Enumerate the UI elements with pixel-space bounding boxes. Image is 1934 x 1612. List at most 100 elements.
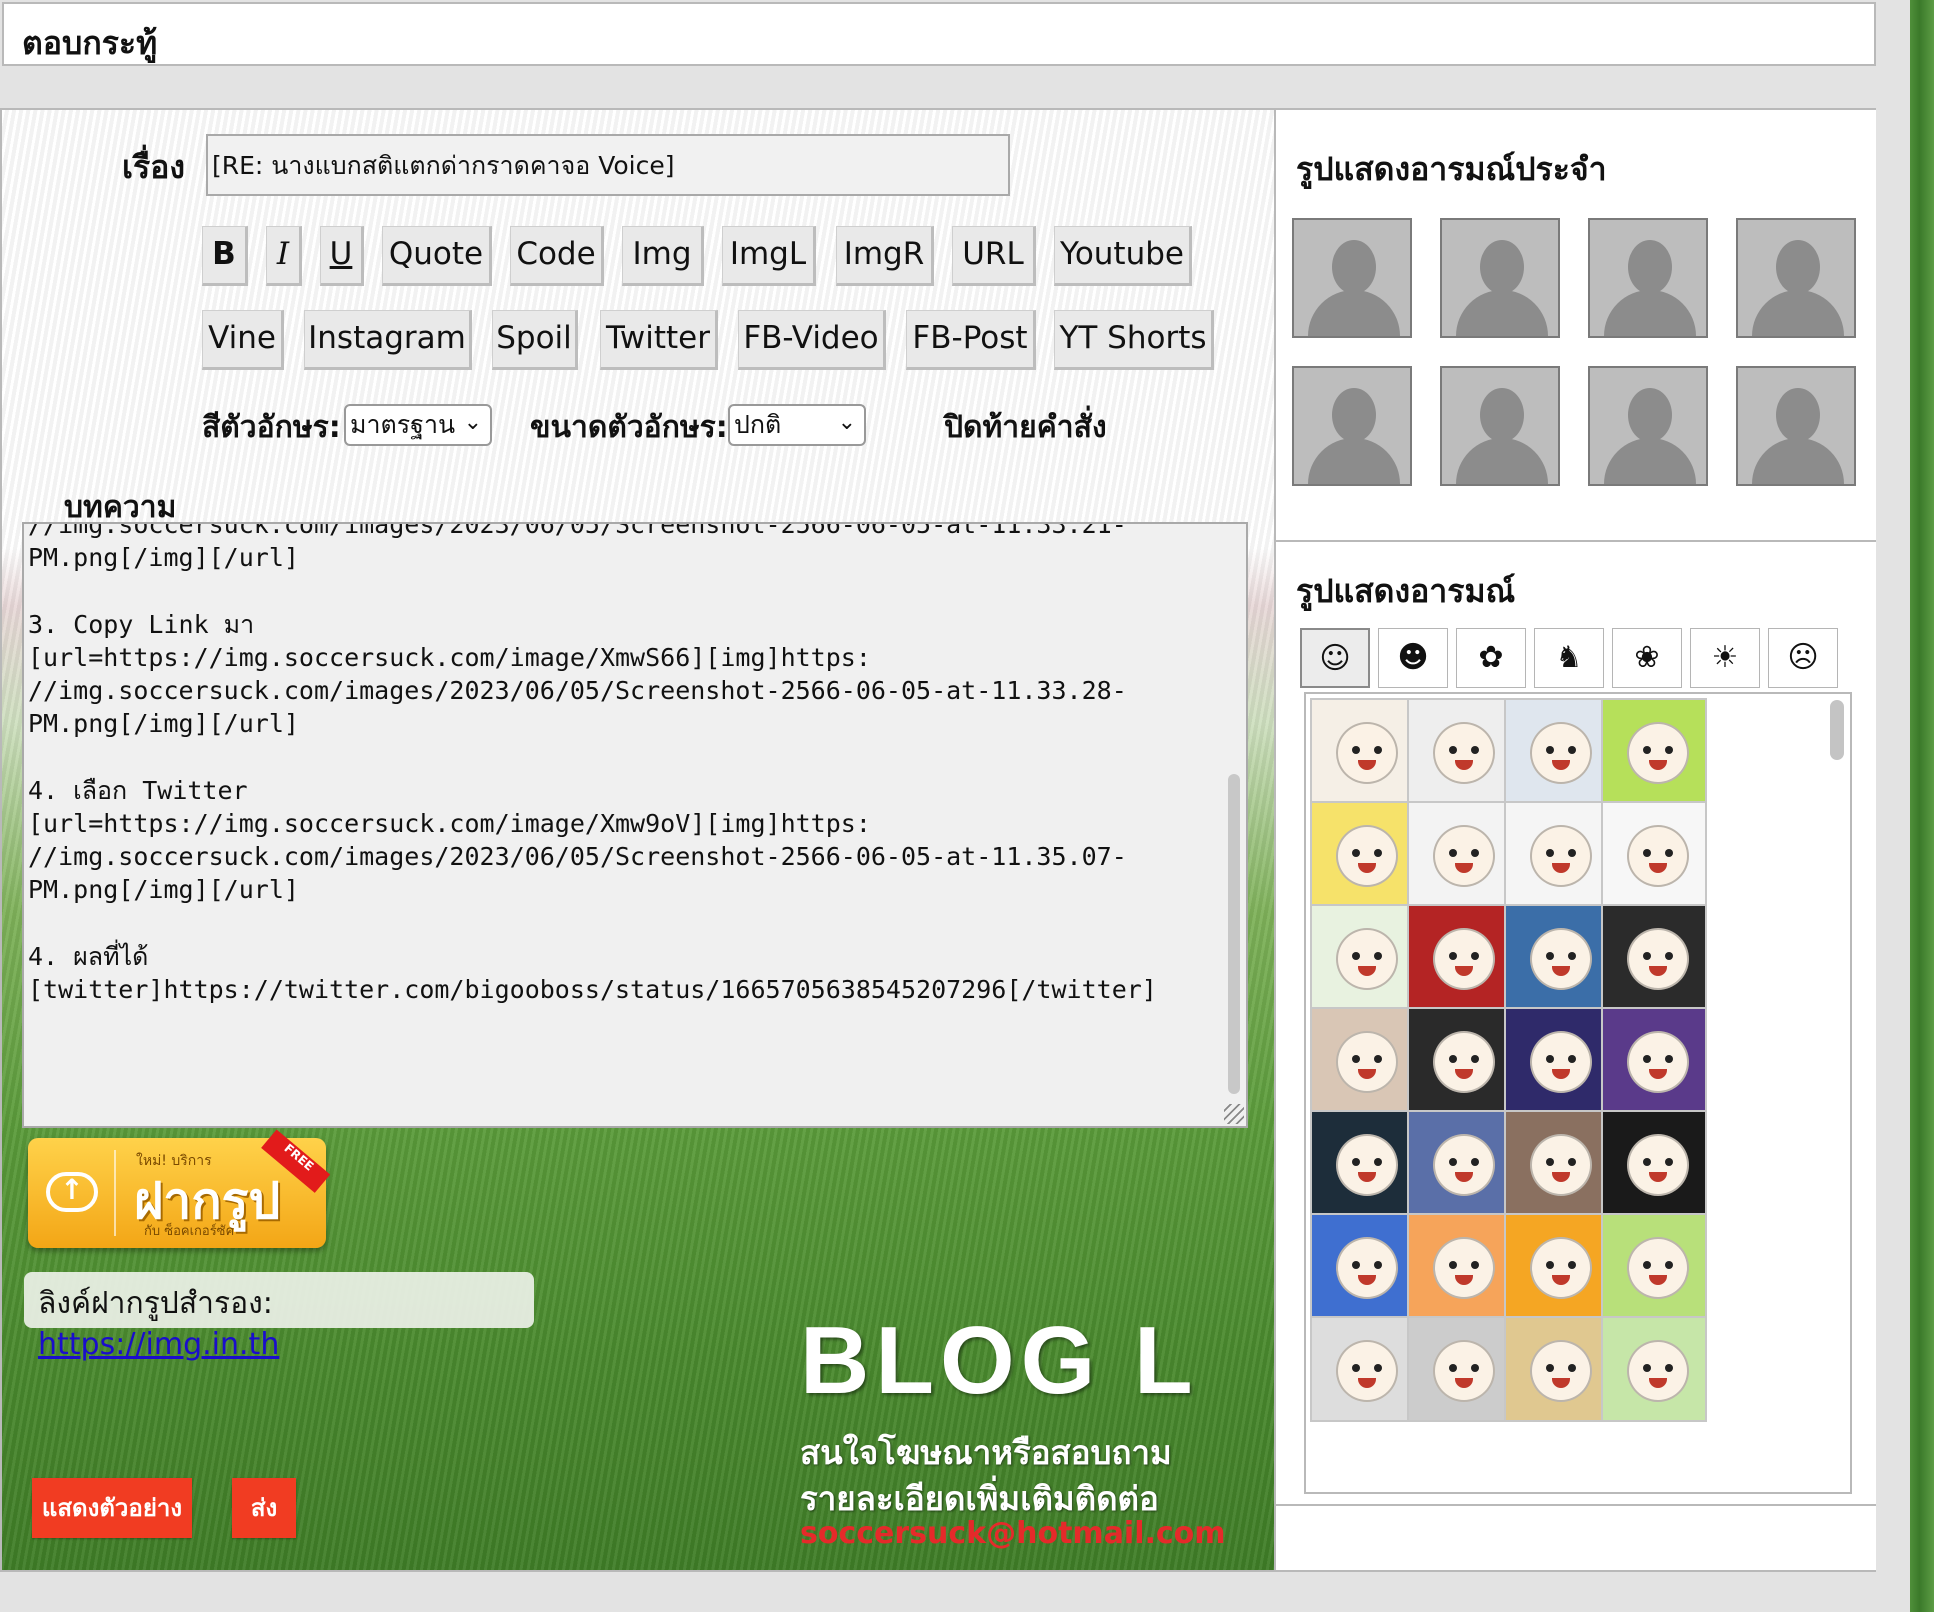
reply-form-container: เรื่อง [RE: นางแบกสติแตกด่ากราดคาจอ Voic… — [0, 108, 1876, 1572]
eye-icon — [1374, 849, 1382, 857]
emoticon-item[interactable] — [1407, 1213, 1513, 1319]
eye-icon — [1471, 1158, 1479, 1166]
emoticon-item[interactable] — [1407, 698, 1513, 804]
ad-email: soccersuck@hotmail.com — [800, 1516, 1226, 1551]
italic-button[interactable]: I — [266, 226, 302, 286]
emoticon-item[interactable] — [1407, 1316, 1513, 1422]
emoticon-item[interactable] — [1310, 1110, 1416, 1216]
emoticon-item[interactable] — [1310, 698, 1416, 804]
youtube-button[interactable]: Youtube — [1054, 226, 1192, 286]
emoticon-item[interactable] — [1310, 801, 1416, 907]
vine-button[interactable]: Vine — [202, 310, 284, 370]
resize-grip-icon[interactable] — [1224, 1104, 1244, 1124]
emoticon-item[interactable] — [1601, 1316, 1707, 1422]
font-size-value: ปกติ — [734, 410, 782, 439]
emoticon-item[interactable] — [1310, 1213, 1416, 1319]
emoticon-tab[interactable]: ☀ — [1690, 628, 1760, 688]
emoticon-item[interactable] — [1504, 1316, 1610, 1422]
frequent-emoticon[interactable] — [1292, 366, 1412, 486]
eye-icon — [1352, 1055, 1360, 1063]
frequent-emoticon[interactable] — [1588, 218, 1708, 338]
frequent-emoticon[interactable] — [1440, 366, 1560, 486]
subject-input[interactable]: [RE: นางแบกสติแตกด่ากราดคาจอ Voice] — [206, 134, 1010, 196]
emoticon-item[interactable] — [1504, 801, 1610, 907]
emoticon-item[interactable] — [1504, 904, 1610, 1010]
chevron-down-icon: ⌄ — [463, 410, 482, 435]
backup-link[interactable]: https://img.in.th — [38, 1327, 279, 1362]
underline-button[interactable]: U — [320, 226, 364, 286]
emoticon-item[interactable] — [1310, 1316, 1416, 1422]
emoticon-item[interactable] — [1310, 904, 1416, 1010]
emoticons-title: รูปแสดงอารมณ์ — [1296, 572, 1516, 610]
yt-shorts-button[interactable]: YT Shorts — [1054, 310, 1214, 370]
article-textarea[interactable]: //img.soccersuck.com/images/2023/06/05/S… — [22, 522, 1248, 1128]
imgl-button[interactable]: ImgL — [722, 226, 816, 286]
emoticon-item[interactable] — [1504, 1007, 1610, 1113]
eye-icon — [1471, 849, 1479, 857]
avatar-body-icon — [1752, 438, 1844, 484]
sidebar-bottom-divider — [1276, 1504, 1876, 1506]
frequent-emoticon[interactable] — [1736, 366, 1856, 486]
eye-icon — [1449, 1261, 1457, 1269]
editor-pane: เรื่อง [RE: นางแบกสติแตกด่ากราดคาจอ Voic… — [2, 110, 1274, 1570]
frequent-emoticon[interactable] — [1292, 218, 1412, 338]
fb-post-button[interactable]: FB-Post — [906, 310, 1036, 370]
quote-button[interactable]: Quote — [382, 226, 492, 286]
emoticon-item[interactable] — [1601, 904, 1707, 1010]
twitter-button[interactable]: Twitter — [600, 310, 718, 370]
font-color-select[interactable]: มาตรฐาน ⌄ — [344, 404, 492, 446]
fb-video-button[interactable]: FB-Video — [738, 310, 886, 370]
preview-button[interactable]: แสดงตัวอย่าง — [32, 1478, 192, 1538]
emoticon-item[interactable] — [1504, 1213, 1610, 1319]
code-button[interactable]: Code — [510, 226, 604, 286]
emoticon-tab[interactable]: ☺ — [1300, 628, 1370, 688]
frequent-emoticon[interactable] — [1736, 218, 1856, 338]
avatar-head-icon — [1480, 240, 1524, 294]
frequent-emoticon[interactable] — [1588, 366, 1708, 486]
textarea-scrollbar[interactable] — [1228, 774, 1240, 1094]
image-upload-banner[interactable]: ↑ ใหม่! บริการ ฝากรูป กับ ซ็อคเกอร์ซัค F… — [28, 1129, 331, 1248]
emoticon-face-icon — [1530, 1340, 1592, 1402]
emoticon-face-icon — [1433, 722, 1495, 784]
banner-divider — [114, 1150, 116, 1236]
emoticon-face-icon — [1433, 1340, 1495, 1402]
emoticon-item[interactable] — [1601, 801, 1707, 907]
instagram-button[interactable]: Instagram — [304, 310, 472, 370]
avatar-body-icon — [1604, 438, 1696, 484]
emoticon-item[interactable] — [1601, 1007, 1707, 1113]
emoticon-item[interactable] — [1407, 1110, 1513, 1216]
emoticon-tab[interactable]: ☹ — [1768, 628, 1838, 688]
emoticon-tab[interactable]: ☻ — [1378, 628, 1448, 688]
emoticon-item[interactable] — [1601, 1110, 1707, 1216]
emoticon-item[interactable] — [1504, 698, 1610, 804]
emoticon-scrollbar[interactable] — [1830, 700, 1844, 760]
img-button[interactable]: Img — [622, 226, 704, 286]
emoticon-item[interactable] — [1601, 698, 1707, 804]
url-button[interactable]: URL — [952, 226, 1036, 286]
mouth-icon — [1455, 1172, 1473, 1182]
eye-icon — [1643, 1261, 1651, 1269]
submit-button[interactable]: ส่ง — [232, 1478, 296, 1538]
close-tags-button[interactable]: ปิดท้ายคำสั่ง — [944, 404, 1107, 451]
avatar-body-icon — [1308, 290, 1400, 336]
emoticon-item[interactable] — [1407, 801, 1513, 907]
eye-icon — [1352, 1261, 1360, 1269]
eye-icon — [1449, 1158, 1457, 1166]
emoticon-face-icon — [1336, 1237, 1398, 1299]
emoticon-item[interactable] — [1407, 904, 1513, 1010]
emoticon-tab[interactable]: ❀ — [1612, 628, 1682, 688]
emoticon-face-icon — [1627, 928, 1689, 990]
spoil-button[interactable]: Spoil — [492, 310, 578, 370]
font-size-select[interactable]: ปกติ ⌄ — [728, 404, 866, 446]
imgr-button[interactable]: ImgR — [836, 226, 934, 286]
emoticon-item[interactable] — [1310, 1007, 1416, 1113]
emoticon-face-icon — [1336, 722, 1398, 784]
emoticon-item[interactable] — [1504, 1110, 1610, 1216]
emoticon-tab[interactable]: ✿ — [1456, 628, 1526, 688]
emoticon-item[interactable] — [1407, 1007, 1513, 1113]
bold-button[interactable]: B — [202, 226, 248, 286]
eye-icon — [1352, 952, 1360, 960]
emoticon-tab[interactable]: ♞ — [1534, 628, 1604, 688]
frequent-emoticon[interactable] — [1440, 218, 1560, 338]
emoticon-item[interactable] — [1601, 1213, 1707, 1319]
